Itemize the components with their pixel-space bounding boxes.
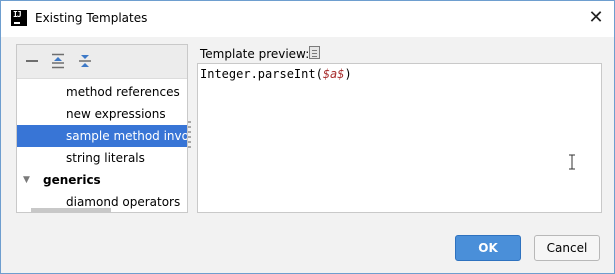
code-prefix: Integer.parseInt( [200, 67, 323, 81]
existing-templates-dialog: IJ Existing Templates ✕ method reference… [0, 0, 615, 274]
preview-label: Template preview: [200, 47, 310, 61]
tree-item-label: string literals [66, 151, 145, 165]
template-tree-panel: method references new expressions sample… [16, 44, 188, 213]
tree-item-label: sample method invoc [66, 129, 188, 143]
splitter-grip[interactable] [188, 121, 192, 157]
template-preview-editor[interactable]: Integer.parseInt($a$) [197, 63, 602, 213]
horizontal-scrollbar[interactable] [31, 208, 111, 213]
tree-item-label: method references [66, 85, 180, 99]
text-cursor-icon [569, 154, 575, 170]
tree-item-method-references[interactable]: method references [17, 81, 187, 103]
tree-item-new-expressions[interactable]: new expressions [17, 103, 187, 125]
intellij-app-icon: IJ [11, 10, 27, 26]
title-bar: IJ Existing Templates ✕ [1, 1, 614, 37]
minus-icon-line [26, 60, 38, 62]
app-icon-bar [14, 22, 20, 24]
cancel-button[interactable]: Cancel [534, 235, 600, 261]
template-variable: $a$ [322, 67, 345, 81]
tree-item-string-literals[interactable]: string literals [17, 147, 187, 169]
tree-item-label: new expressions [66, 107, 166, 121]
tree-group-label: generics [43, 173, 101, 187]
close-button[interactable]: ✕ [585, 8, 607, 30]
expand-all-icon[interactable] [50, 53, 66, 69]
document-icon[interactable] [309, 46, 320, 59]
ok-button[interactable]: OK [455, 235, 521, 261]
expand-arrow-icon[interactable]: ▼ [23, 169, 30, 191]
tree-group-generics[interactable]: ▼ generics [17, 169, 187, 191]
tree-toolbar [17, 45, 187, 79]
template-code: Integer.parseInt($a$) [200, 67, 352, 81]
code-suffix: ) [344, 67, 352, 81]
app-icon-text: IJ [13, 10, 22, 19]
window-title: Existing Templates [35, 11, 148, 25]
minus-icon[interactable] [24, 53, 40, 69]
collapse-all-icon[interactable] [77, 53, 93, 69]
tree-item-sample-method-invocation[interactable]: sample method invoc [17, 125, 188, 147]
